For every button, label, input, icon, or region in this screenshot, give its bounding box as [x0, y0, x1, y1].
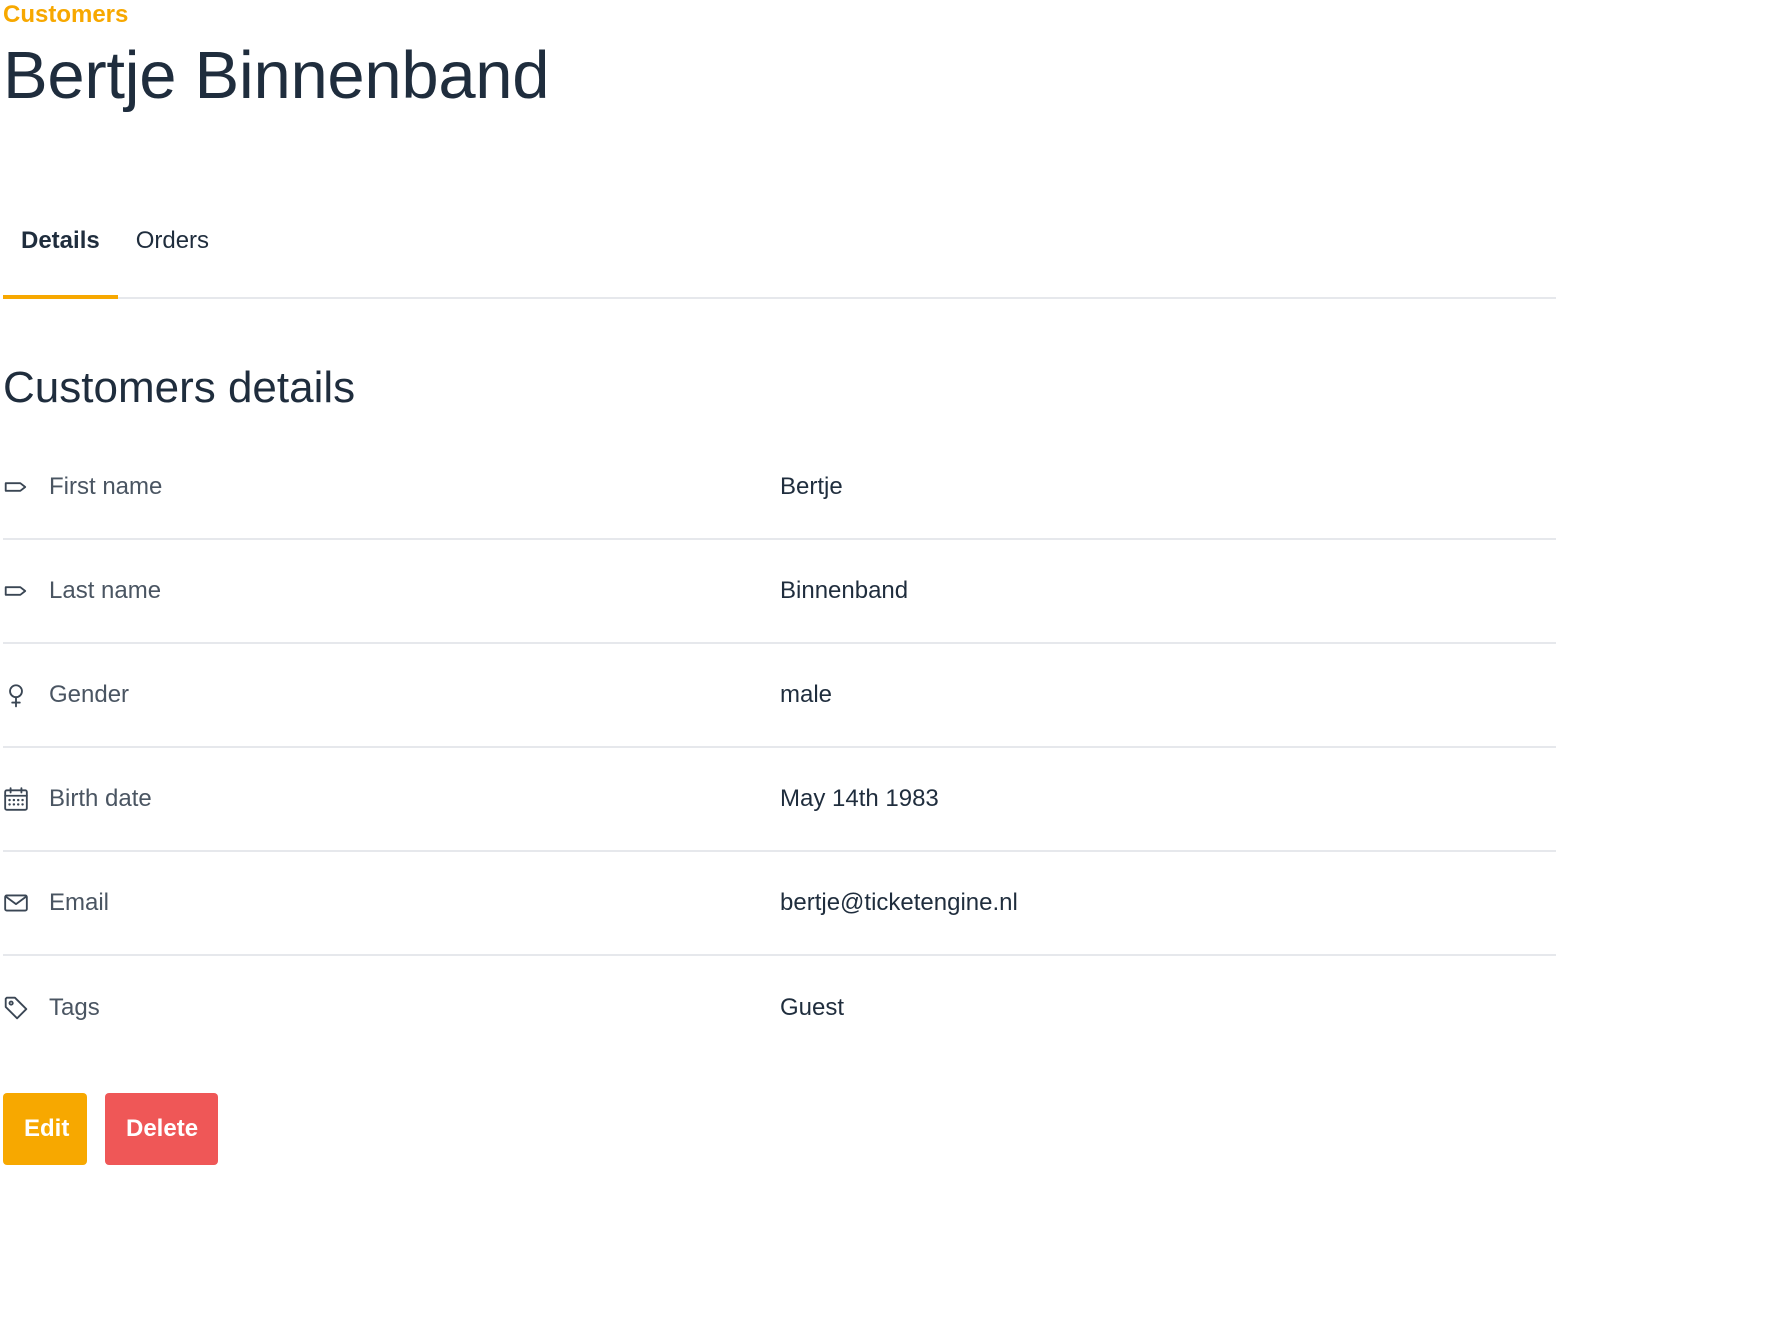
label-icon [3, 578, 29, 604]
mail-icon [3, 890, 29, 916]
detail-label: Last name [49, 577, 162, 604]
calendar-icon [3, 786, 29, 812]
tag-icon [3, 995, 29, 1021]
detail-value: bertje@ticketengine.nl [780, 889, 1018, 916]
detail-label: Gender [49, 681, 130, 708]
detail-value: May 14th 1983 [780, 785, 939, 812]
breadcrumb-customers[interactable]: Customers [3, 0, 128, 30]
gender-icon [3, 682, 29, 708]
tab-details[interactable]: Details [3, 206, 118, 299]
detail-row-birth-date: Birth date May 14th 1983 [3, 748, 1556, 852]
tab-bar: Details Orders [3, 206, 1556, 299]
detail-label: Tags [49, 994, 100, 1021]
detail-label: First name [49, 473, 163, 500]
page-title: Bertje Binnenband [3, 38, 550, 113]
detail-value: male [780, 681, 833, 708]
section-title: Customers details [3, 363, 356, 412]
detail-row-first-name: First name Bertje [3, 436, 1556, 540]
delete-button[interactable]: Delete [105, 1093, 218, 1165]
detail-row-email: Email bertje@ticketengine.nl [3, 852, 1556, 956]
detail-label: Email [49, 889, 110, 916]
detail-value: Guest [780, 994, 845, 1021]
edit-button[interactable]: Edit [3, 1093, 87, 1165]
detail-label: Birth date [49, 785, 152, 812]
detail-row-tags: Tags Guest [3, 956, 1556, 1060]
detail-value: Binnenband [780, 577, 909, 604]
detail-row-gender: Gender male [3, 644, 1556, 748]
tab-orders[interactable]: Orders [118, 206, 227, 297]
label-icon [3, 474, 29, 500]
action-bar: Edit Delete [3, 1093, 218, 1165]
detail-row-last-name: Last name Binnenband [3, 540, 1556, 644]
details-list: First name Bertje Last name Binnenband G… [3, 436, 1556, 1060]
detail-value: Bertje [780, 473, 843, 500]
